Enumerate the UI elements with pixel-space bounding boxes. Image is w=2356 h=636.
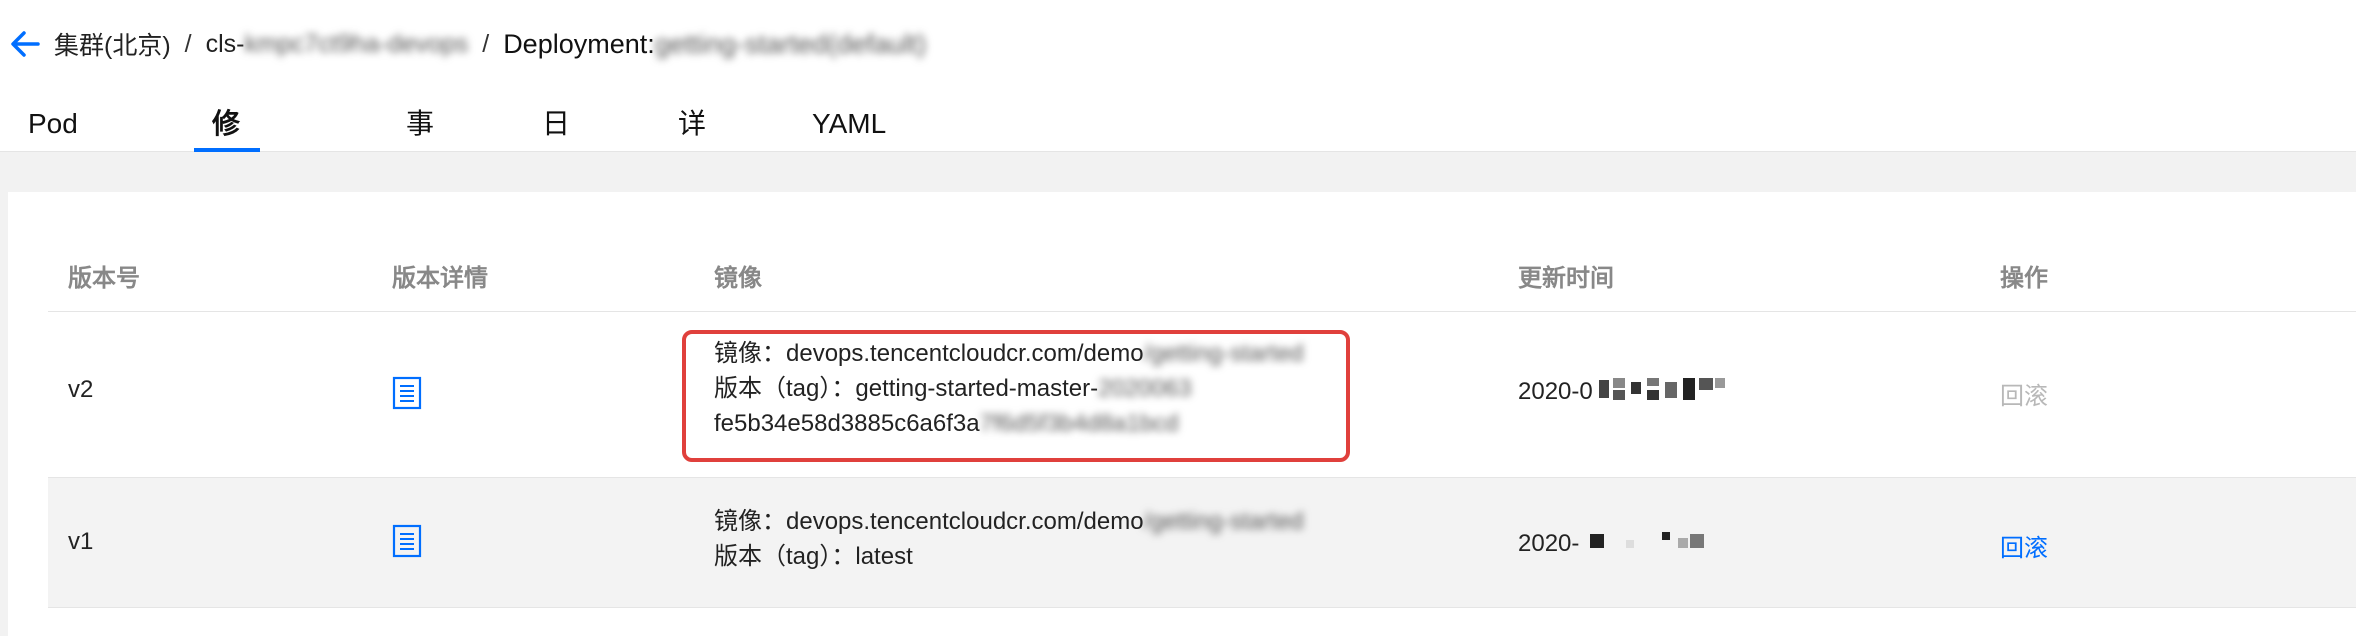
- tab-yaml[interactable]: YAML: [812, 96, 886, 152]
- image-masked: /getting-started: [1143, 340, 1304, 367]
- breadcrumb-separator: /: [482, 29, 490, 58]
- breadcrumb-cluster-id[interactable]: cls-kmpc7ct9ha-devops: [206, 30, 469, 59]
- version-cell: v1: [68, 528, 94, 555]
- rollback-button: 回滚: [2000, 383, 2048, 410]
- column-detail: 版本详情: [392, 265, 488, 292]
- arrow-left-icon[interactable]: [8, 27, 42, 61]
- tag-value: latest: [855, 543, 913, 570]
- page-header: 集群(北京) / cls-kmpc7ct9ha-devops / Deploym…: [0, 0, 2356, 307]
- image-line: 镜像：devops.tencentcloudcr.com/demo/gettin…: [714, 336, 1304, 371]
- column-version: 版本号: [68, 265, 140, 292]
- tag-line: 版本（tag）：getting-started-master-2020063: [714, 371, 1304, 406]
- masked-time: [1599, 376, 1729, 409]
- tag-label: 版本（tag）：: [714, 375, 856, 402]
- tab-pod-management[interactable]: Pod管理: [28, 96, 78, 251]
- updated-time-cell: 2020-0: [1518, 376, 1729, 409]
- tag-label: 版本（tag）：: [714, 543, 856, 570]
- breadcrumb-separator: /: [184, 29, 192, 58]
- rollback-button[interactable]: 回滚: [2000, 528, 2048, 563]
- table-header: 版本号 版本详情 镜像 更新时间 操作: [48, 230, 2356, 312]
- image-label: 镜像：: [714, 340, 786, 367]
- table-row: v1 镜像：devops.tencentcloudcr.com/demo/get…: [48, 478, 2356, 608]
- image-value: devops.tencentcloudcr.com/demo: [786, 340, 1144, 367]
- updated-time-prefix: 2020-0: [1518, 377, 1593, 405]
- tag-value-2: fe5b34e58d3885c6a6f3a: [714, 410, 980, 437]
- cluster-id-masked: kmpc7ct9ha-devops: [244, 29, 469, 58]
- document-icon[interactable]: [392, 376, 422, 410]
- breadcrumb-cluster[interactable]: 集群(北京): [54, 26, 171, 62]
- updated-time-cell: 2020-: [1518, 528, 1716, 561]
- tag-value: getting-started-master-: [855, 375, 1099, 402]
- revision-table: 版本号 版本详情 镜像 更新时间 操作 v2 镜像：devops.tencent…: [48, 230, 2356, 608]
- tag-line-2: fe5b34e58d3885c6a6f3a7f6d5f3b4d8a1bcd: [714, 406, 1304, 441]
- image-value: devops.tencentcloudcr.com/demo: [786, 508, 1144, 535]
- tab-revision-history[interactable]: 修订历史: [193, 96, 261, 307]
- deployment-masked: getting-started(default): [654, 28, 927, 59]
- image-masked: /getting-started: [1143, 508, 1304, 535]
- breadcrumb: 集群(北京) / cls-kmpc7ct9ha-devops / Deploym…: [8, 26, 926, 62]
- version-cell: v2: [68, 376, 94, 403]
- tag-masked: 2020063: [1098, 375, 1192, 402]
- image-label: 镜像：: [714, 508, 786, 535]
- tag-masked-2: 7f6d5f3b4d8a1bcd: [979, 410, 1179, 437]
- image-info: 镜像：devops.tencentcloudcr.com/demo/gettin…: [714, 504, 1304, 574]
- tab-logs[interactable]: 日志: [542, 96, 570, 195]
- updated-time-prefix: 2020-: [1518, 529, 1580, 557]
- tab-events[interactable]: 事件: [406, 96, 434, 195]
- deployment-prefix: Deployment:: [503, 28, 655, 59]
- tag-line: 版本（tag）：latest: [714, 539, 1304, 574]
- image-info: 镜像：devops.tencentcloudcr.com/demo/gettin…: [714, 336, 1304, 441]
- cluster-id-prefix: cls-: [205, 29, 245, 58]
- image-line: 镜像：devops.tencentcloudcr.com/demo/gettin…: [714, 504, 1304, 539]
- column-updated: 更新时间: [1518, 265, 1614, 292]
- document-icon[interactable]: [392, 524, 422, 558]
- breadcrumb-deployment: Deployment:getting-started(default): [503, 29, 926, 60]
- column-image: 镜像: [714, 265, 762, 292]
- tab-details[interactable]: 详情: [678, 96, 706, 195]
- masked-time: [1586, 528, 1716, 561]
- table-row: v2 镜像：devops.tencentcloudcr.com/demo/get…: [48, 312, 2356, 478]
- column-action: 操作: [2000, 265, 2048, 292]
